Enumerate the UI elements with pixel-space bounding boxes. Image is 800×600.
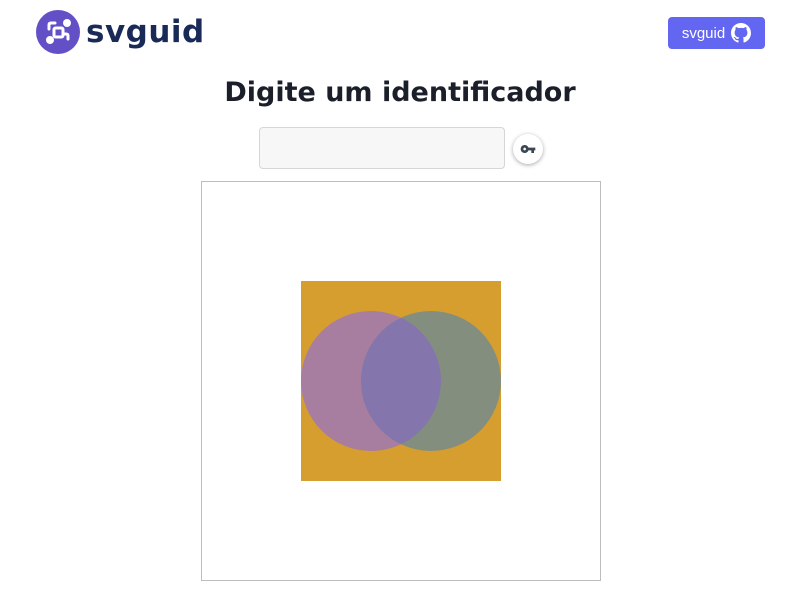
logo-text: svguid [86, 14, 205, 50]
github-button-label: svguid [681, 24, 726, 42]
logo[interactable]: svguid [36, 10, 205, 54]
key-icon [520, 145, 536, 153]
generated-image [301, 281, 501, 481]
github-icon [731, 23, 752, 43]
page-title: Digite um identificador [224, 77, 576, 108]
github-button[interactable]: svguid [668, 17, 765, 49]
generated-image-frame [201, 181, 601, 581]
header: svguid svguid [0, 0, 800, 66]
generate-button[interactable] [513, 134, 543, 164]
svguid-logo-icon [36, 10, 80, 54]
identifier-input[interactable] [259, 127, 505, 169]
